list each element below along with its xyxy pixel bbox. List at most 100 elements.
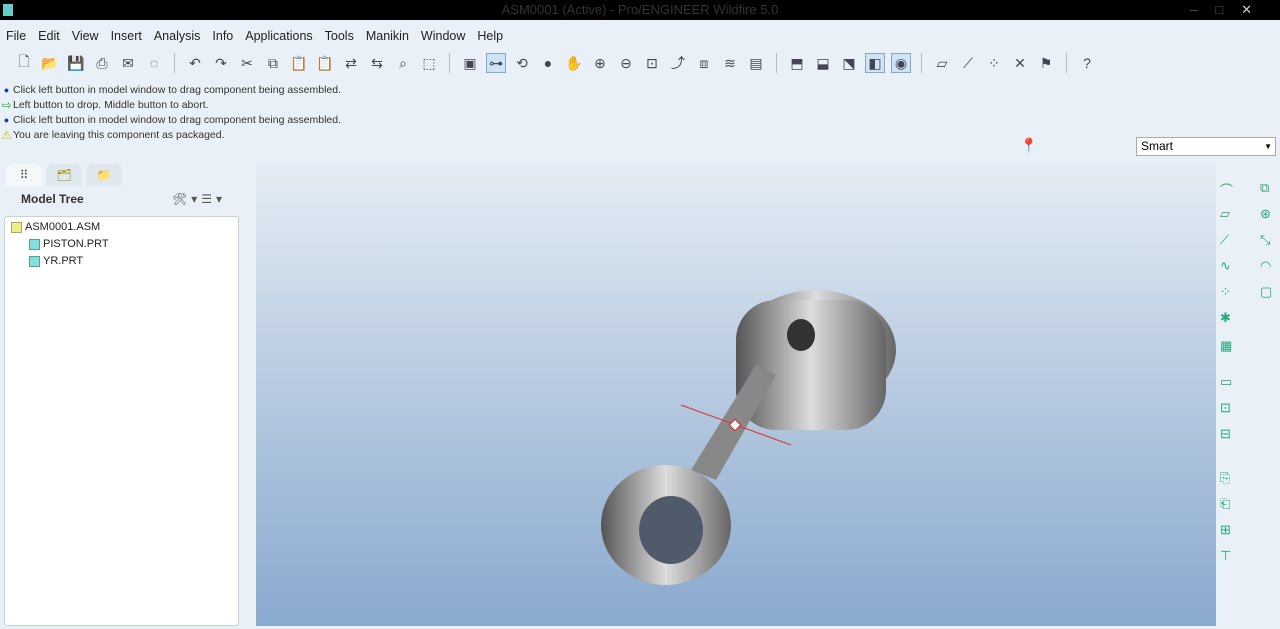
toolbar: 🗋 📂 💾 ⎙ ✉ ◌ ↶ ↷ ✂ ⧉ 📋 📋 ⇄ ⇆ ⌕ ⬚ ▣ ⊶ ⟲ ● … — [14, 52, 1097, 74]
tree-filters-icon[interactable]: ☰▾ — [201, 192, 226, 206]
minimize-button[interactable]: – — [1190, 2, 1215, 17]
spin-center-icon[interactable]: ⊶ — [486, 53, 506, 73]
tree-item-part[interactable]: YR.PRT — [29, 253, 83, 270]
info-dot-icon: ● — [3, 85, 10, 95]
regen-manager-icon[interactable]: ⇆ — [367, 53, 387, 73]
open-icon[interactable]: 📂 — [40, 53, 60, 73]
piston-shape — [736, 290, 896, 430]
no-hidden-icon[interactable]: ⬔ — [839, 53, 859, 73]
datum-points-icon[interactable]: ⁘ — [984, 53, 1004, 73]
new-icon[interactable]: 🗋 — [14, 53, 34, 73]
shading-icon[interactable]: ● — [538, 53, 558, 73]
reorient-icon[interactable]: ⤴ — [668, 53, 688, 73]
pushpin-icon[interactable]: 📍 — [1020, 137, 1037, 154]
annotations-icon[interactable]: ⚑ — [1036, 53, 1056, 73]
menu-view[interactable]: View — [66, 26, 105, 46]
message-line: ● Click left button in model window to dr… — [0, 113, 341, 128]
enhanced-realism-icon[interactable]: ◉ — [891, 53, 911, 73]
tree-item-part[interactable]: PISTON.PRT — [29, 236, 109, 253]
feature-toolbar: ⌒ ▱ ⟋ ∿ ⁘ ✱ ▦ ▭ ⊡ ⊟ ⎘ ⎗ ⊞ ⊤ ⧉ ⊛ ⤡ ◠ ▢ — [1216, 160, 1280, 626]
selection-filter-dropdown[interactable]: Smart ▼ — [1136, 137, 1276, 156]
print-icon[interactable]: ⎙ — [92, 53, 112, 73]
tab-model-tree[interactable]: ⠿ — [6, 164, 42, 186]
csys-icon[interactable]: ✕ — [1010, 53, 1030, 73]
info-dot-icon: ● — [3, 115, 10, 125]
send-attachment-icon[interactable]: ◌ — [144, 53, 164, 73]
repeat-icon[interactable]: ⎘ — [1220, 470, 1230, 486]
repaint-icon[interactable]: ▣ — [460, 53, 480, 73]
paste-icon[interactable]: 📋 — [289, 53, 309, 73]
copy-icon[interactable]: ⧉ — [263, 53, 283, 73]
hidden-line-icon[interactable]: ⬓ — [813, 53, 833, 73]
tree-item-asm[interactable]: ASM0001.ASM — [11, 219, 100, 236]
orient-mode-icon[interactable]: ⟲ — [512, 53, 532, 73]
message-line: ● Click left button in model window to dr… — [0, 83, 341, 98]
analysis-feature-icon[interactable]: ▦ — [1220, 338, 1232, 354]
shaded-icon[interactable]: ◧ — [865, 53, 885, 73]
plane-icon[interactable]: ▱ — [1220, 206, 1230, 222]
assemble-icon[interactable]: ▭ — [1220, 374, 1232, 390]
menu-file[interactable]: File — [0, 26, 32, 46]
zoom-out-icon[interactable]: ⊖ — [616, 53, 636, 73]
layers-icon[interactable]: ≋ — [720, 53, 740, 73]
curve-icon[interactable]: ∿ — [1220, 258, 1231, 274]
maximize-button[interactable]: □ — [1215, 2, 1241, 17]
green-arrow-icon: ⇨ — [1, 98, 12, 112]
mirror-icon[interactable]: ⎗ — [1220, 496, 1230, 512]
datum-axes-icon[interactable]: ⟋ — [958, 53, 978, 73]
cut-icon[interactable]: ✂ — [237, 53, 257, 73]
csys-icon[interactable]: ✱ — [1220, 310, 1231, 326]
message-line: ⇨ Left button to drop. Middle button to a… — [1, 98, 209, 112]
merge-icon[interactable]: ⊞ — [1220, 522, 1231, 538]
wireframe-icon[interactable]: ⬒ — [787, 53, 807, 73]
title-bar: ASM0001 (Active) - Pro/ENGINEER Wildfire… — [0, 0, 1280, 20]
tab-folder-browser[interactable]: 🗂 — [46, 164, 82, 186]
refit-icon[interactable]: ⊡ — [642, 53, 662, 73]
menu-edit[interactable]: Edit — [32, 26, 66, 46]
menu-analysis[interactable]: Analysis — [148, 26, 207, 46]
datum-planes-icon[interactable]: ▱ — [932, 53, 952, 73]
warning-icon: ⚠ — [1, 128, 12, 142]
surface-icon[interactable]: ▢ — [1260, 284, 1272, 300]
save-icon[interactable]: 💾 — [66, 53, 86, 73]
sweep-icon[interactable]: ⤡ — [1260, 232, 1270, 248]
context-help-icon[interactable]: ? — [1077, 53, 1097, 73]
app-icon — [3, 4, 13, 16]
piston-model — [601, 290, 896, 585]
tree-settings-icon[interactable]: 🛠▾ — [172, 192, 201, 206]
sketch-icon[interactable]: ⌒ — [1220, 180, 1233, 199]
revolve-icon[interactable]: ⊛ — [1260, 206, 1271, 222]
blend-icon[interactable]: ◠ — [1260, 258, 1271, 274]
model-viewport[interactable] — [256, 160, 1216, 626]
point-icon[interactable]: ⁘ — [1220, 284, 1231, 300]
pan-icon[interactable]: ✋ — [564, 53, 584, 73]
send-mail-icon[interactable]: ✉ — [118, 53, 138, 73]
menu-window[interactable]: Window — [415, 26, 471, 46]
menu-manikin[interactable]: Manikin — [360, 26, 415, 46]
model-tree: ASM0001.ASM PISTON.PRT YR.PRT — [4, 216, 239, 626]
tab-favorites[interactable]: 📁 — [86, 164, 122, 186]
saved-views-icon[interactable]: ⧈ — [694, 53, 714, 73]
axis-icon[interactable]: ⟋ — [1220, 232, 1229, 248]
menu-info[interactable]: Info — [206, 26, 239, 46]
close-button[interactable]: ✕ — [1241, 2, 1270, 17]
pattern-icon[interactable]: ⊟ — [1220, 426, 1231, 442]
part-icon — [29, 239, 40, 250]
view-manager-icon[interactable]: ▤ — [746, 53, 766, 73]
paste-special-icon[interactable]: 📋 — [315, 53, 335, 73]
cut-out-icon[interactable]: ⊤ — [1220, 548, 1231, 564]
menu-bar: File Edit View Insert Analysis Info Appl… — [0, 26, 509, 46]
menu-insert[interactable]: Insert — [105, 26, 148, 46]
menu-help[interactable]: Help — [471, 26, 509, 46]
extrude-icon[interactable]: ⧉ — [1260, 180, 1269, 196]
regenerate-icon[interactable]: ⇄ — [341, 53, 361, 73]
redo-icon[interactable]: ↷ — [211, 53, 231, 73]
menu-applications[interactable]: Applications — [239, 26, 318, 46]
select-box-icon[interactable]: ⬚ — [419, 53, 439, 73]
undo-icon[interactable]: ↶ — [185, 53, 205, 73]
create-component-icon[interactable]: ⊡ — [1220, 400, 1231, 416]
menu-tools[interactable]: Tools — [319, 26, 360, 46]
message-area: ● Click left button in model window to dr… — [0, 83, 341, 143]
zoom-in-icon[interactable]: ⊕ — [590, 53, 610, 73]
find-icon[interactable]: ⌕ — [393, 53, 413, 73]
